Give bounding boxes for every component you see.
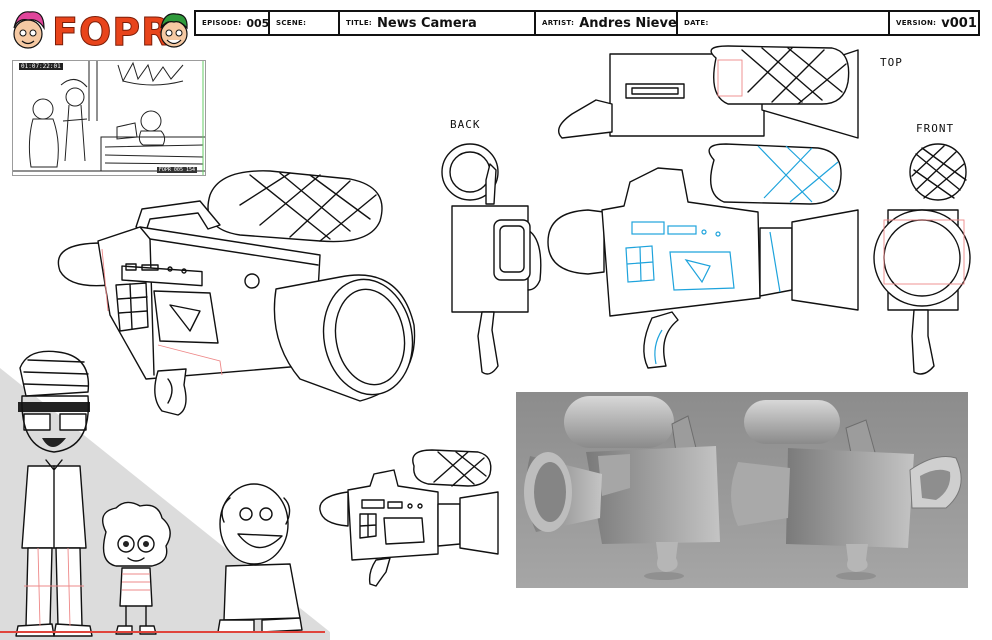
camera-front-view [873,143,971,375]
episode-field: EPISODE: 005 [196,12,270,34]
character-bald-man [217,483,303,633]
title-field: TITLE: News Camera [340,12,536,34]
storyboard-sketch [13,61,205,175]
3d-render-models [524,396,962,580]
camera-sketch-small [319,449,499,587]
thumbnail-timecode: 01:07:22:01 [19,63,63,70]
fairy-character-head-icon [160,13,188,48]
show-logo: FOPR [8,6,194,58]
episode-value: 005 [246,16,270,30]
artist-value: Andres Nieves [579,15,678,31]
camera-back-view [441,143,542,375]
date-field: DATE: [678,12,890,34]
character-curly-girl [102,501,171,635]
character-tall-man [15,350,93,637]
camera-top-view [558,45,859,139]
3d-render-panel [516,392,968,588]
title-value: News Camera [377,15,477,31]
scene-field: SCENE: [270,12,340,34]
scale-baseline [0,631,325,633]
artist-field: ARTIST: Andres Nieves [536,12,678,34]
camera-side-view [547,143,859,369]
view-label-back: BACK [450,118,481,131]
fairy-character-head-icon [13,11,45,49]
slate-title-bar: EPISODE: 005 SCENE: TITLE: News Camera A… [194,10,980,36]
version-value: v001 [941,15,977,31]
view-label-top: TOP [880,56,903,69]
storyboard-thumbnail: 01:07:22:01 FOPR 005 154 [12,60,206,176]
view-label-front: FRONT [916,122,955,135]
version-field: VERSION: v001 [896,15,977,31]
